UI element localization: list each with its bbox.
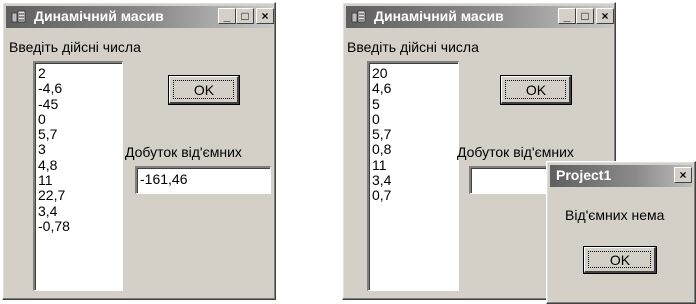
- maximize-button[interactable]: □: [576, 8, 594, 24]
- list-item[interactable]: 3,4: [38, 203, 122, 219]
- close-button[interactable]: ×: [596, 8, 614, 24]
- list-item[interactable]: 0: [372, 111, 458, 127]
- list-item[interactable]: -45: [38, 96, 122, 112]
- maximize-icon: □: [581, 9, 589, 23]
- product-field[interactable]: -161,46: [135, 166, 271, 194]
- minimize-button[interactable]: _: [558, 8, 576, 24]
- product-label: Добуток від'ємних: [125, 144, 242, 160]
- dialog-message: Від'ємних нема: [565, 207, 665, 223]
- close-icon: ×: [261, 9, 269, 23]
- ok-button[interactable]: OK: [500, 75, 572, 105]
- close-button[interactable]: ×: [256, 8, 274, 24]
- title-bar[interactable]: Динамічний масив _ □ ×: [346, 6, 614, 28]
- list-item[interactable]: 5: [372, 96, 458, 112]
- list-item[interactable]: -4,6: [38, 80, 122, 96]
- list-item[interactable]: -0,78: [38, 218, 122, 234]
- list-item[interactable]: 11: [38, 172, 122, 188]
- maximize-icon: □: [241, 9, 249, 23]
- ok-button-label: OK: [193, 82, 215, 98]
- ok-button-label: OK: [525, 82, 547, 98]
- prompt-label: Введіть дійсні числа: [9, 39, 141, 55]
- dialog-ok-button[interactable]: OK: [583, 246, 657, 274]
- minimize-icon: _: [223, 9, 231, 23]
- close-icon: ×: [679, 168, 687, 182]
- app-icon: [11, 10, 26, 23]
- dialog-ok-label: OK: [609, 252, 631, 268]
- dialog-title-bar[interactable]: Project1 ×: [550, 165, 692, 187]
- dialog-close-button[interactable]: ×: [674, 167, 692, 183]
- minimize-button[interactable]: _: [218, 8, 236, 24]
- ok-button[interactable]: OK: [168, 75, 240, 105]
- number-listbox[interactable]: 2 -4,6 -45 0 5,7 3 4,8 11 22,7 3,4 -0,78: [33, 61, 123, 291]
- list-item[interactable]: 20: [372, 65, 458, 81]
- window-left: Динамічний масив _ □ × Введіть дійсні чи…: [2, 2, 276, 300]
- list-item[interactable]: 2: [38, 65, 122, 81]
- window-title: Динамічний масив: [374, 8, 504, 24]
- app-icon: [351, 10, 366, 23]
- list-item[interactable]: 22,7: [38, 188, 122, 204]
- window-title: Динамічний масив: [34, 8, 164, 24]
- list-item[interactable]: 3: [38, 142, 122, 158]
- dialog-title: Project1: [556, 167, 612, 183]
- list-item[interactable]: 4,8: [38, 157, 122, 173]
- list-item[interactable]: 5,7: [372, 126, 458, 142]
- list-item[interactable]: 5,7: [38, 126, 122, 142]
- close-icon: ×: [601, 9, 609, 23]
- list-item[interactable]: 11: [372, 157, 458, 173]
- message-dialog: Project1 × Від'ємних нема OK: [546, 161, 696, 304]
- list-item[interactable]: 4,6: [372, 80, 458, 96]
- title-bar[interactable]: Динамічний масив _ □ ×: [6, 6, 274, 28]
- prompt-label: Введіть дійсні числа: [347, 39, 479, 55]
- minimize-icon: _: [563, 9, 571, 23]
- list-item[interactable]: 0: [38, 111, 122, 127]
- list-item[interactable]: 0,8: [372, 142, 458, 158]
- product-label: Добуток від'ємних: [457, 144, 574, 160]
- list-item[interactable]: 0,7: [372, 188, 458, 204]
- number-listbox[interactable]: 20 4,6 5 0 5,7 0,8 11 3,4 0,7: [367, 61, 459, 291]
- list-item[interactable]: 3,4: [372, 172, 458, 188]
- maximize-button[interactable]: □: [236, 8, 254, 24]
